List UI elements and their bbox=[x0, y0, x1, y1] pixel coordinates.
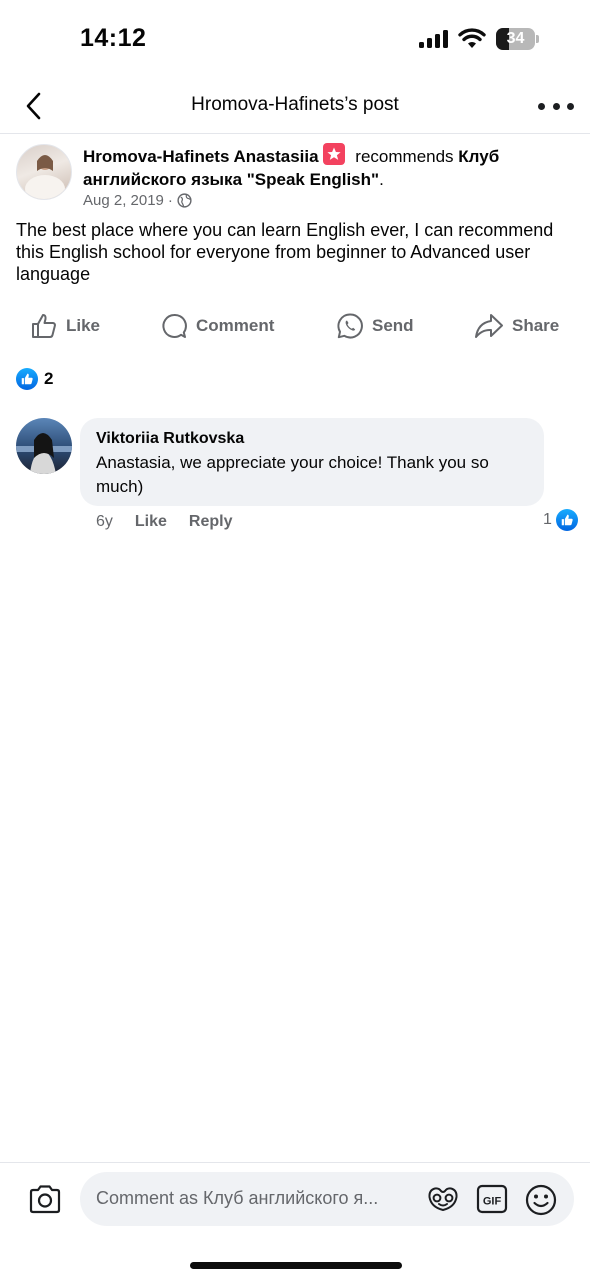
like-label: Like bbox=[66, 316, 101, 335]
comment-bubble[interactable]: Viktoriia Rutkovska Anastasia, we apprec… bbox=[80, 418, 544, 506]
gif-icon: GIF bbox=[476, 1184, 508, 1214]
like-button[interactable]: Like bbox=[30, 306, 100, 346]
share-button[interactable]: Share bbox=[474, 306, 559, 346]
svg-text:GIF: GIF bbox=[483, 1196, 502, 1208]
status-bar: 14:12 34 bbox=[0, 0, 590, 78]
star-badge-icon bbox=[322, 143, 345, 165]
comment-actions: 6y Like Reply bbox=[96, 513, 233, 531]
home-indicator bbox=[190, 1262, 402, 1269]
comment-reactions[interactable]: 1 bbox=[543, 509, 578, 531]
nav-header: Hromova-Hafinets’s post bbox=[0, 78, 590, 134]
post-author-avatar[interactable] bbox=[16, 144, 72, 200]
more-horizontal-icon bbox=[538, 102, 545, 110]
comment-text: Anastasia, we appreciate your choice! Th… bbox=[96, 453, 489, 496]
share-icon bbox=[475, 314, 503, 338]
avatar-photo bbox=[16, 433, 72, 474]
commenter-avatar[interactable] bbox=[16, 418, 72, 474]
cellular-signal-icon bbox=[419, 30, 448, 48]
emoji-icon[interactable] bbox=[524, 1183, 558, 1217]
recommends-label: recommends bbox=[355, 147, 454, 166]
wifi-icon bbox=[458, 28, 486, 48]
post-meta: Aug 2, 2019 · bbox=[83, 192, 192, 209]
post-body: The best place where you can learn Engli… bbox=[16, 220, 554, 284]
comment-reply-button[interactable]: Reply bbox=[189, 513, 233, 531]
comment-reaction-count: 1 bbox=[543, 511, 552, 528]
battery-level: 34 bbox=[506, 30, 525, 47]
meta-separator: · bbox=[167, 192, 173, 209]
send-button[interactable]: Send bbox=[336, 306, 414, 346]
share-label: Share bbox=[512, 316, 560, 335]
comment-like-button[interactable]: Like bbox=[135, 513, 167, 531]
comment-composer: Comment as Клуб английского я... GIF bbox=[0, 1162, 590, 1238]
camera-icon[interactable] bbox=[28, 1183, 62, 1215]
globe-icon bbox=[177, 193, 192, 208]
comment-input[interactable]: Comment as Клуб английского я... GIF bbox=[80, 1172, 574, 1226]
comment-button[interactable]: Comment bbox=[160, 306, 274, 346]
reaction-count: 2 bbox=[44, 369, 54, 388]
like-reaction-icon bbox=[16, 368, 38, 390]
status-time: 14:12 bbox=[80, 24, 147, 52]
post-action-bar: Like Comment Send Share bbox=[0, 306, 590, 346]
comment-placeholder: Comment as Клуб английского я... bbox=[96, 1188, 379, 1208]
battery-icon: 34 bbox=[496, 28, 540, 50]
post-date[interactable]: Aug 2, 2019 bbox=[83, 192, 164, 209]
gif-button[interactable]: GIF bbox=[476, 1183, 508, 1215]
more-options-button[interactable] bbox=[538, 96, 574, 116]
post-header: Hromova-Hafinets Anastasiia recommends К… bbox=[83, 143, 573, 191]
page-title: Hromova-Hafinets’s post bbox=[191, 94, 399, 115]
comment-author-name[interactable]: Viktoriia Rutkovska bbox=[96, 429, 528, 449]
send-label: Send bbox=[372, 316, 414, 335]
sticker-icon[interactable] bbox=[426, 1183, 460, 1215]
post-reactions[interactable]: 2 bbox=[16, 368, 53, 390]
whatsapp-icon bbox=[337, 313, 363, 339]
comment-age: 6y bbox=[96, 513, 113, 530]
avatar-photo bbox=[25, 155, 65, 199]
comment-label: Comment bbox=[196, 316, 275, 335]
post-author-name[interactable]: Hromova-Hafinets Anastasiia bbox=[83, 147, 319, 166]
like-reaction-icon bbox=[555, 509, 578, 531]
comment-icon bbox=[162, 313, 187, 338]
period: . bbox=[379, 170, 384, 189]
thumbs-up-icon bbox=[32, 314, 56, 338]
